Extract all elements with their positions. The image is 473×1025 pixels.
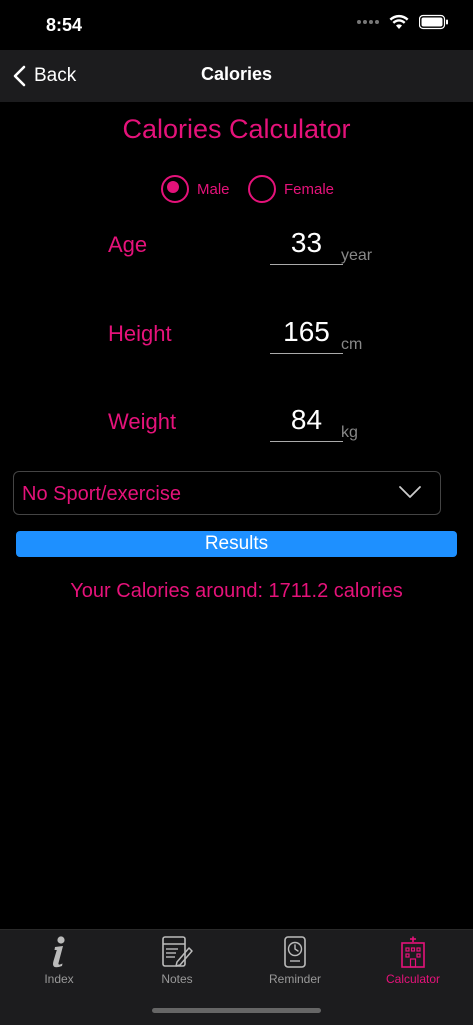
height-input[interactable]: [270, 311, 343, 354]
cellular-signal-icon: [357, 20, 379, 24]
radio-male-label: Male: [197, 180, 230, 198]
status-bar: 8:54: [0, 0, 473, 50]
nav-title: Calories: [200, 64, 273, 84]
status-icons: [357, 14, 449, 30]
radio-male-indicator[interactable]: [161, 175, 189, 203]
tab-index-label: Index: [44, 972, 74, 986]
height-label: Height: [108, 321, 172, 346]
chevron-down-icon: [399, 486, 421, 498]
gender-radio-group: Male Female: [0, 173, 473, 205]
age-label: Age: [108, 232, 148, 257]
weight-unit: kg: [341, 424, 358, 441]
tab-calculator-label: Calculator: [385, 972, 441, 986]
radio-female[interactable]: Female: [248, 175, 334, 203]
tab-reminder[interactable]: Reminder: [236, 936, 354, 986]
height-unit: cm: [341, 336, 363, 353]
tab-calculator[interactable]: Calculator: [354, 936, 472, 986]
notes-icon: [162, 936, 193, 967]
tab-index[interactable]: Index: [0, 936, 118, 986]
reminder-clock-icon: [284, 936, 306, 968]
weight-label: Weight: [108, 409, 177, 434]
age-unit: year: [341, 247, 373, 264]
calories-result: Your Calories around: 1711.2 calories: [70, 580, 403, 602]
radio-female-label: Female: [284, 180, 335, 198]
hospital-icon: [401, 936, 425, 968]
wifi-icon: [389, 14, 409, 29]
page-title: Calories Calculator: [122, 114, 351, 144]
tab-notes-label: Notes: [161, 972, 193, 986]
battery-icon: [419, 14, 448, 30]
activity-selected-value: No Sport/exercise: [22, 483, 181, 505]
results-button[interactable]: Results: [16, 531, 457, 557]
activity-dropdown[interactable]: No Sport/exercise: [13, 471, 441, 515]
status-time: 8:54: [46, 15, 83, 35]
radio-male[interactable]: Male: [161, 175, 230, 203]
weight-input[interactable]: [270, 399, 343, 442]
radio-female-indicator[interactable]: [248, 175, 276, 203]
tab-reminder-label: Reminder: [268, 972, 322, 986]
info-icon: [53, 936, 65, 968]
age-row: Age year: [0, 222, 473, 282]
navigation-bar: Back Calories: [0, 50, 473, 102]
age-input[interactable]: [270, 222, 343, 265]
tab-notes[interactable]: Notes: [118, 936, 236, 986]
home-indicator: [152, 1008, 321, 1013]
height-row: Height cm: [0, 311, 473, 371]
weight-row: Weight kg: [0, 399, 473, 459]
